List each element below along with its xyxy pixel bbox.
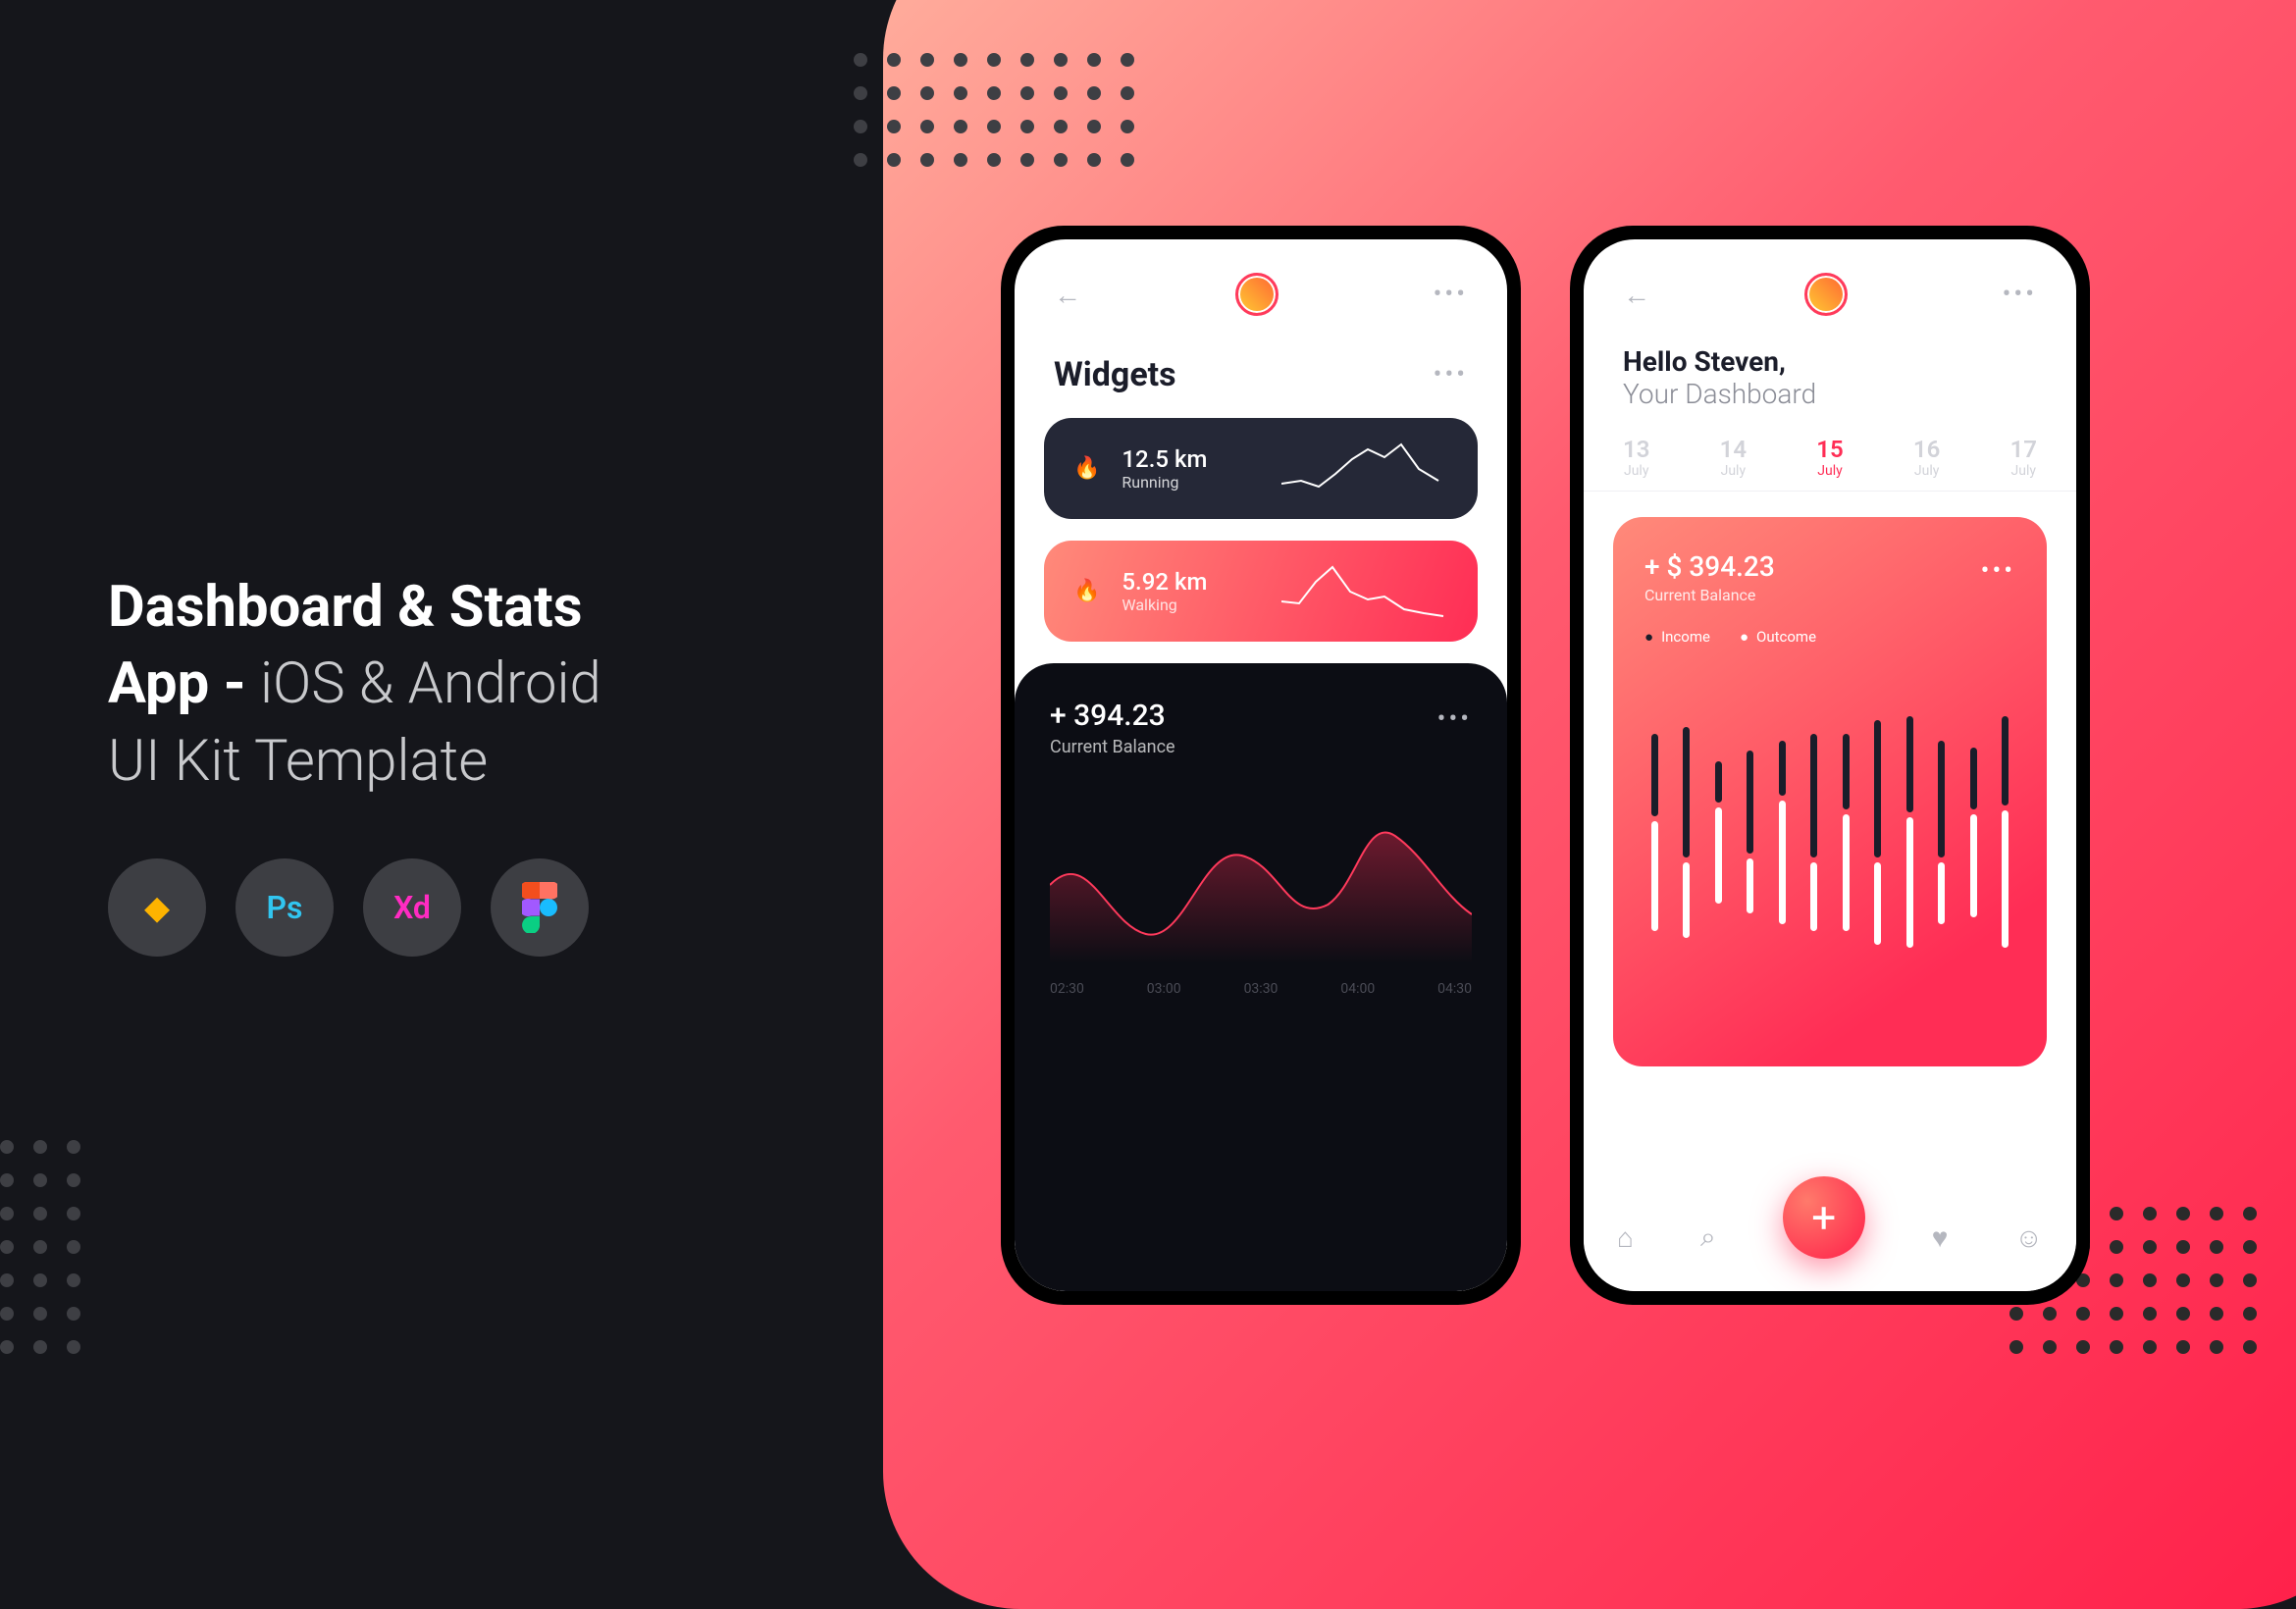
running-value: 12.5 km bbox=[1122, 445, 1207, 473]
tool-icons-row: ◆ Ps Xd bbox=[108, 858, 601, 957]
date-item[interactable]: 17July bbox=[2010, 436, 2037, 479]
widget-walking[interactable]: 🔥 5.92 km Walking bbox=[1044, 541, 1478, 642]
avatar[interactable] bbox=[1235, 273, 1278, 316]
time-tick: 03:30 bbox=[1244, 981, 1278, 997]
xd-icon: Xd bbox=[363, 858, 461, 957]
greeting: Hello Steven, Your Dashboard bbox=[1584, 336, 2076, 410]
legend-outcome: Outcome bbox=[1740, 628, 1816, 646]
widget-stat: 12.5 km Running bbox=[1122, 445, 1207, 492]
headline-1: Dashboard & Stats bbox=[108, 574, 583, 641]
balance-area-chart bbox=[1050, 787, 1472, 963]
legend: Income Outcome bbox=[1644, 628, 2015, 646]
walking-label: Walking bbox=[1122, 596, 1207, 614]
date-strip[interactable]: 13July 14July 15July 16July 17July bbox=[1584, 410, 2076, 492]
section-more-icon[interactable]: ••• bbox=[1434, 360, 1468, 389]
running-sparkline bbox=[1281, 440, 1448, 498]
tab-bar: ⌂ ⌕ + ♥ ☺ bbox=[1584, 1183, 2076, 1291]
headline-2a: App - bbox=[108, 650, 260, 717]
decorative-dots-left bbox=[0, 1140, 80, 1354]
promo-text: Dashboard & Stats App - iOS & Android UI… bbox=[108, 569, 601, 957]
phone-mockup-widgets: ← ••• Widgets ••• 🔥 12.5 km Running 🔥 5.… bbox=[1001, 226, 1521, 1305]
more-icon[interactable]: ••• bbox=[1434, 280, 1468, 309]
card-more-icon[interactable]: ••• bbox=[1981, 556, 2015, 586]
time-tick: 02:30 bbox=[1050, 981, 1084, 997]
home-icon[interactable]: ⌂ bbox=[1617, 1221, 1634, 1254]
card-label: Current Balance bbox=[1644, 586, 2015, 604]
avatar[interactable] bbox=[1804, 273, 1848, 316]
photoshop-icon: Ps bbox=[235, 858, 334, 957]
walking-value: 5.92 km bbox=[1122, 568, 1207, 596]
section-title: Widgets bbox=[1054, 355, 1176, 394]
back-icon[interactable]: ← bbox=[1623, 279, 1650, 311]
walking-sparkline bbox=[1281, 562, 1448, 621]
income-outcome-bar-chart bbox=[1644, 675, 2015, 989]
topbar: ← ••• bbox=[1584, 239, 2076, 336]
decorative-dots-top bbox=[854, 53, 1134, 167]
legend-income: Income bbox=[1644, 628, 1710, 646]
headline-2b: iOS & Android bbox=[260, 650, 601, 717]
balance-card: + $ 394.23 Current Balance ••• Income Ou… bbox=[1613, 517, 2047, 1066]
widget-running[interactable]: 🔥 12.5 km Running bbox=[1044, 418, 1478, 519]
phone-mockup-dashboard: ← ••• Hello Steven, Your Dashboard 13Jul… bbox=[1570, 226, 2090, 1305]
sketch-icon: ◆ bbox=[108, 858, 206, 957]
date-item[interactable]: 13July bbox=[1623, 436, 1649, 479]
heart-icon[interactable]: ♥ bbox=[1932, 1221, 1949, 1254]
add-button[interactable]: + bbox=[1783, 1176, 1865, 1259]
headline: Dashboard & Stats App - iOS & Android UI… bbox=[108, 569, 601, 800]
figma-icon bbox=[491, 858, 589, 957]
screen-widgets: ← ••• Widgets ••• 🔥 12.5 km Running 🔥 5.… bbox=[1015, 239, 1507, 1291]
date-item[interactable]: 14July bbox=[1720, 436, 1747, 479]
time-tick: 04:30 bbox=[1437, 981, 1472, 997]
screen-dashboard: ← ••• Hello Steven, Your Dashboard 13Jul… bbox=[1584, 239, 2076, 1291]
time-tick: 03:00 bbox=[1147, 981, 1181, 997]
search-icon[interactable]: ⌕ bbox=[1700, 1220, 1716, 1254]
balance-label: Current Balance bbox=[1050, 737, 1472, 757]
card-amount: + $ 394.23 bbox=[1644, 550, 2015, 583]
greeting-sub: Your Dashboard bbox=[1623, 378, 2037, 410]
section-header: Widgets ••• bbox=[1015, 336, 1507, 418]
flame-icon: 🔥 bbox=[1073, 456, 1100, 481]
panel-more-icon[interactable]: ••• bbox=[1437, 704, 1472, 734]
profile-icon[interactable]: ☺ bbox=[2014, 1221, 2043, 1254]
back-icon[interactable]: ← bbox=[1054, 279, 1081, 311]
widget-stat: 5.92 km Walking bbox=[1122, 568, 1207, 614]
balance-amount: + 394.23 bbox=[1050, 699, 1472, 733]
balance-panel: + 394.23 Current Balance ••• 02:30 03:00… bbox=[1015, 663, 1507, 1291]
headline-3: UI Kit Template bbox=[108, 728, 488, 795]
date-item[interactable]: 15July bbox=[1816, 436, 1843, 479]
running-label: Running bbox=[1122, 473, 1207, 492]
time-tick: 04:00 bbox=[1340, 981, 1375, 997]
topbar: ← ••• bbox=[1015, 239, 1507, 336]
greeting-hello: Hello Steven, bbox=[1623, 345, 2037, 378]
flame-icon: 🔥 bbox=[1073, 579, 1100, 603]
more-icon[interactable]: ••• bbox=[2003, 280, 2037, 309]
time-axis: 02:30 03:00 03:30 04:00 04:30 bbox=[1050, 981, 1472, 997]
date-item[interactable]: 16July bbox=[1913, 436, 1940, 479]
